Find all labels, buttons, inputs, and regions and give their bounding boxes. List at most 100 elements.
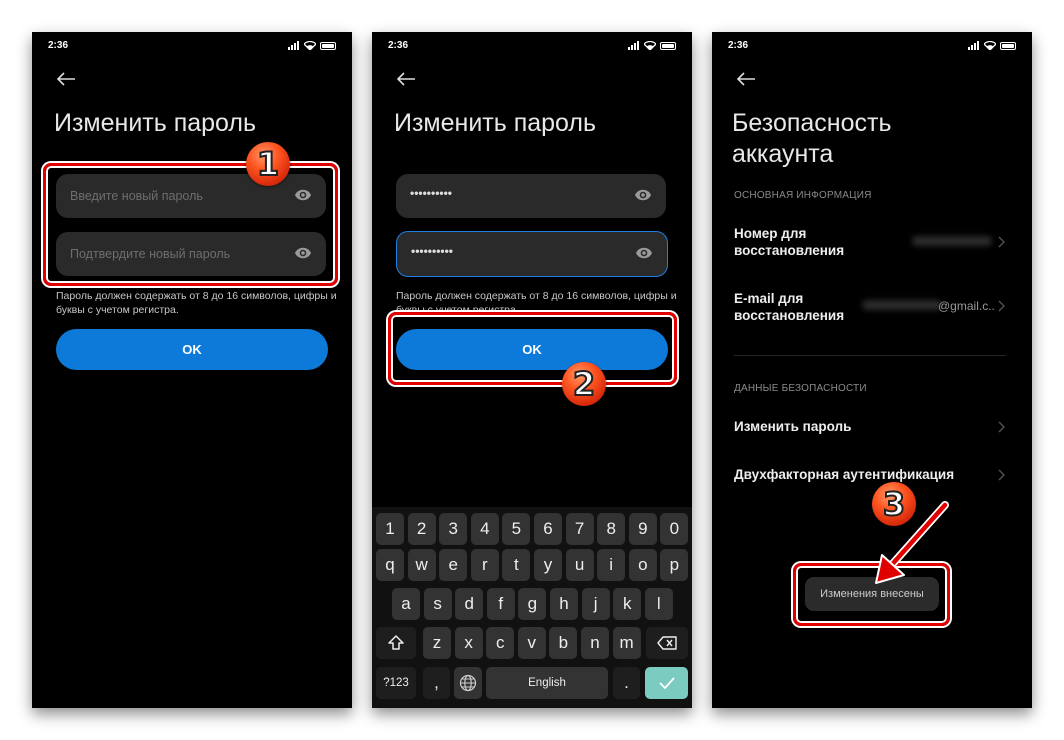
wifi-icon — [304, 41, 316, 50]
phone-screen-change-password-filled: 2:36 Изменить пароль •••••••••• ••••••••… — [372, 32, 692, 708]
key-x[interactable]: x — [454, 627, 483, 659]
recovery-phone-label-line1: Номер для — [734, 226, 807, 241]
key-6[interactable]: 6 — [534, 513, 562, 545]
highlight-box-fields — [43, 163, 338, 286]
status-bar: 2:36 — [728, 40, 1016, 54]
page-title: Изменить пароль — [54, 109, 257, 137]
on-screen-keyboard: 1234567890 qwertyuiop asdfghjkl zxcvbnm … — [372, 507, 692, 708]
comma-key[interactable]: , — [423, 667, 450, 699]
show-password-eye-icon[interactable] — [634, 189, 652, 201]
page-title-line2: аккаунта — [732, 140, 834, 168]
check-icon — [658, 677, 675, 690]
key-i[interactable]: i — [597, 549, 626, 581]
key-k[interactable]: k — [613, 588, 642, 620]
change-password-label: Изменить пароль — [734, 419, 852, 434]
key-1[interactable]: 1 — [376, 513, 404, 545]
key-u[interactable]: u — [565, 549, 594, 581]
recovery-email-value: @gmail.c.. — [938, 299, 995, 313]
page-title: Изменить пароль — [394, 109, 597, 137]
wifi-icon — [644, 41, 656, 50]
chevron-right-icon — [998, 421, 1005, 433]
key-2[interactable]: 2 — [407, 513, 436, 545]
key-8[interactable]: 8 — [597, 513, 626, 545]
key-r[interactable]: r — [470, 549, 499, 581]
step-badge-3: 3 — [872, 482, 916, 526]
space-key[interactable]: English — [486, 667, 608, 699]
key-d[interactable]: d — [455, 588, 484, 620]
recovery-phone-value-blurred — [912, 236, 992, 246]
key-f[interactable]: f — [486, 588, 515, 620]
key-h[interactable]: h — [550, 588, 578, 620]
status-time: 2:36 — [388, 40, 409, 51]
key-b[interactable]: b — [549, 627, 578, 659]
new-password-masked-value: •••••••••• — [410, 186, 453, 200]
back-arrow-icon[interactable] — [396, 70, 418, 90]
key-7[interactable]: 7 — [565, 513, 594, 545]
key-j[interactable]: j — [581, 588, 610, 620]
status-bar: 2:36 — [388, 40, 676, 54]
confirm-password-masked-value: •••••••••• — [411, 244, 454, 258]
key-z[interactable]: z — [423, 627, 451, 659]
recovery-email-label-line1: E-mail для — [734, 291, 804, 306]
recovery-email-value-blurred — [862, 300, 942, 310]
recovery-phone-label-line2: восстановления — [734, 243, 845, 258]
back-arrow-icon[interactable] — [736, 70, 758, 90]
symbols-key[interactable]: ?123 — [376, 667, 416, 699]
battery-icon — [1000, 41, 1016, 50]
key-o[interactable]: o — [628, 549, 657, 581]
key-w[interactable]: w — [407, 549, 436, 581]
battery-icon — [320, 41, 336, 50]
key-c[interactable]: c — [486, 627, 515, 659]
key-n[interactable]: n — [581, 627, 609, 659]
period-key[interactable]: . — [613, 667, 640, 699]
two-factor-auth-label: Двухфакторная аутентификация — [734, 467, 955, 482]
key-l[interactable]: l — [644, 588, 673, 620]
key-y[interactable]: y — [534, 549, 562, 581]
shift-key[interactable] — [376, 627, 416, 659]
key-m[interactable]: m — [612, 627, 641, 659]
key-g[interactable]: g — [518, 588, 547, 620]
key-5[interactable]: 5 — [502, 513, 531, 545]
back-arrow-icon[interactable] — [56, 70, 78, 90]
backspace-icon — [657, 636, 677, 650]
backspace-key[interactable] — [646, 627, 688, 659]
ok-button[interactable]: OK — [56, 329, 328, 370]
key-t[interactable]: t — [502, 549, 531, 581]
key-3[interactable]: 3 — [439, 513, 468, 545]
key-9[interactable]: 9 — [628, 513, 657, 545]
status-time: 2:36 — [48, 40, 69, 51]
step-badge-2: 2 — [562, 362, 606, 406]
language-key[interactable] — [454, 667, 482, 699]
signal-icon — [288, 41, 300, 50]
enter-key[interactable] — [645, 667, 688, 699]
new-password-input[interactable]: •••••••••• — [396, 174, 666, 218]
confirm-password-input[interactable]: •••••••••• — [396, 231, 668, 277]
key-e[interactable]: e — [439, 549, 468, 581]
key-q[interactable]: q — [376, 549, 404, 581]
signal-icon — [628, 41, 640, 50]
divider — [734, 355, 1006, 356]
key-p[interactable]: p — [660, 549, 689, 581]
status-time: 2:36 — [728, 40, 749, 51]
step-badge-1: 1 — [246, 142, 290, 186]
key-4[interactable]: 4 — [470, 513, 499, 545]
chevron-right-icon — [998, 236, 1005, 248]
key-0[interactable]: 0 — [660, 513, 689, 545]
password-hint: Пароль должен содержать от 8 до 16 симво… — [56, 290, 337, 316]
show-password-eye-icon[interactable] — [635, 247, 653, 259]
key-s[interactable]: s — [423, 588, 452, 620]
wifi-icon — [984, 41, 996, 50]
chevron-right-icon — [998, 469, 1005, 481]
section-header-basic-info: ОСНОВНАЯ ИНФОРМАЦИЯ — [734, 190, 872, 201]
recovery-email-label-line2: восстановления — [734, 308, 845, 323]
signal-icon — [968, 41, 980, 50]
page-title-line1: Безопасность — [732, 109, 892, 137]
chevron-right-icon — [998, 300, 1005, 312]
key-a[interactable]: a — [392, 588, 420, 620]
globe-icon — [459, 674, 477, 692]
shift-icon — [388, 635, 404, 650]
phone-screen-account-security: 2:36 Безопасность аккаунта ОСНОВНАЯ ИНФО… — [712, 32, 1032, 708]
status-bar: 2:36 — [48, 40, 336, 54]
key-v[interactable]: v — [517, 627, 546, 659]
phone-screen-change-password-empty: 2:36 Изменить пароль Введите новый парол… — [32, 32, 352, 708]
